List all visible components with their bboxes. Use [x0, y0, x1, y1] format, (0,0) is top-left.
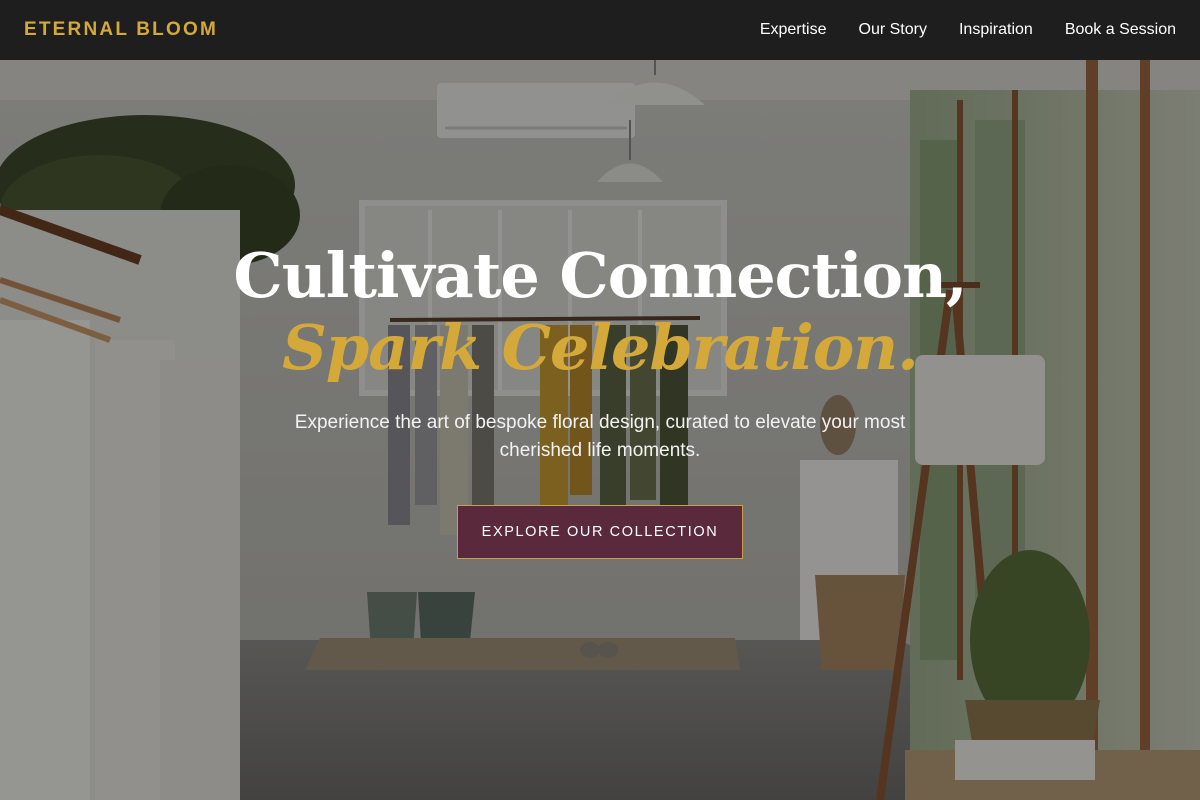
hero-headline-line1: Cultivate Connection,	[233, 239, 967, 312]
top-navbar: ETERNAL BLOOM Expertise Our Story Inspir…	[0, 0, 1200, 60]
nav-link-expertise[interactable]: Expertise	[760, 21, 827, 39]
nav-links: Expertise Our Story Inspiration Book a S…	[728, 21, 1176, 39]
hero-subtitle: Experience the art of bespoke floral des…	[294, 412, 906, 461]
brand-logo[interactable]: ETERNAL BLOOM	[24, 19, 218, 41]
nav-link-our-story[interactable]: Our Story	[859, 21, 927, 39]
hero-section: Cultivate Connection, Spark Celebration.…	[0, 60, 1200, 800]
nav-link-book-a-session[interactable]: Book a Session	[1065, 21, 1176, 39]
nav-link-inspiration[interactable]: Inspiration	[959, 21, 1033, 39]
explore-collection-button[interactable]: EXPLORE OUR COLLECTION	[457, 505, 743, 559]
hero-headline-line2: Spark Celebration.	[282, 311, 919, 384]
